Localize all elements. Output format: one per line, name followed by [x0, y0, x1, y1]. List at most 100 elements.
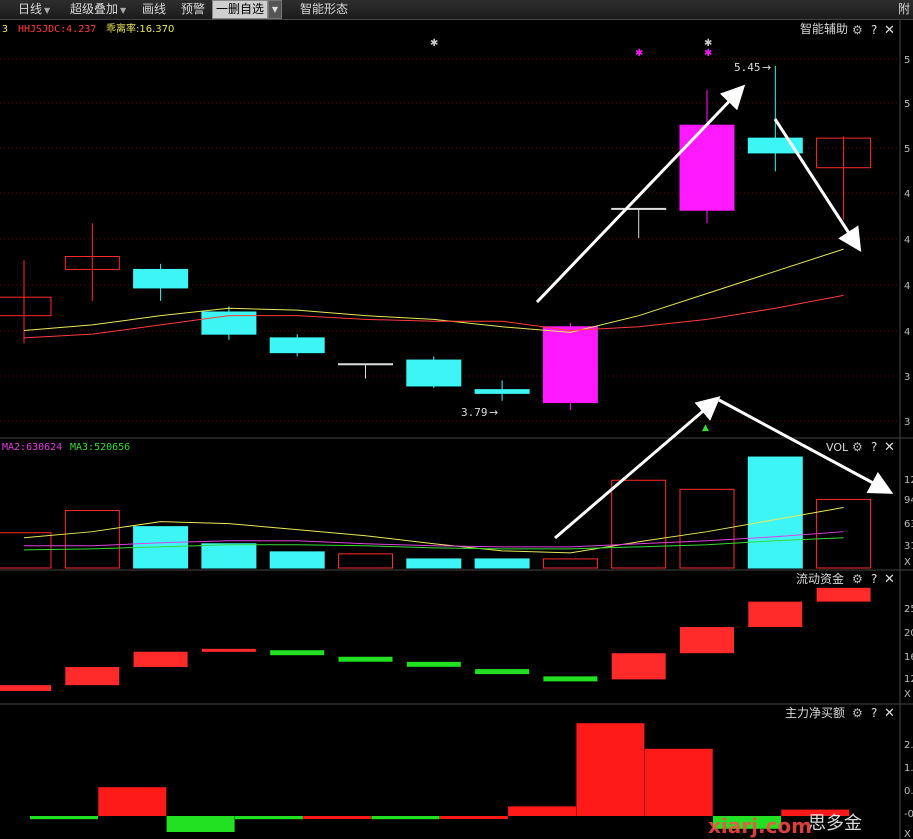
gear-icon[interactable]: ⚙ [852, 706, 863, 720]
y-tick-label: 4 [904, 189, 910, 200]
y-tick-label: 4 [904, 327, 910, 338]
svg-text:⚙: ⚙ [852, 23, 863, 37]
toolbar-super-overlay[interactable]: 超级叠加 ▼ [70, 0, 126, 19]
y-tick-label: 20 [904, 628, 913, 639]
help-icon[interactable]: ? [871, 440, 877, 454]
volume-bar [406, 558, 462, 569]
gear-icon[interactable]: ⚙ [852, 23, 863, 37]
vol-indicator-ma3: MA3:520656 [70, 442, 130, 453]
flow-bar [270, 650, 325, 656]
vol-indicator-ma2: MA2:630624 [2, 442, 62, 453]
y-tick-label: 0. [904, 786, 913, 797]
y-tick-label: 2. [904, 740, 913, 751]
volume-bar [474, 558, 530, 569]
y-tick-label: 94 [904, 495, 913, 506]
y-tick-label: -0. [904, 809, 913, 820]
vol-unit-label: X [904, 557, 911, 568]
svg-text:✕: ✕ [884, 706, 895, 721]
help-icon[interactable]: ? [871, 23, 877, 37]
net-buy-bar [30, 816, 98, 820]
toolbar-draw-line[interactable]: 画线 [142, 0, 166, 19]
volume-bar [747, 456, 803, 569]
net-buy-bar [234, 816, 303, 820]
toolbar-overflow: 附 [898, 2, 911, 16]
volume-bar [338, 553, 393, 569]
stock-chart: 3 HHJSJDC:4.237 乖离率:16.370 智能辅助 ⚙ ? ✕ 5 5… [0, 19, 913, 839]
y-tick-label: 31 [904, 541, 913, 552]
close-icon[interactable]: ✕ [884, 572, 895, 587]
svg-text:✕: ✕ [884, 572, 895, 587]
net-buy-bar [371, 816, 440, 820]
y-tick-label: 1. [904, 763, 913, 774]
toolbar: 日线 ▼ 超级叠加 ▼ 画线 预警 一删自选 ▼ 智能形态 附 [0, 0, 913, 20]
signal-arrow-icon: ▲ [702, 423, 709, 433]
watermark-site: xiarj.com [708, 814, 812, 838]
flow-bar [0, 685, 51, 691]
candle-body [338, 363, 393, 366]
svg-text:⚙: ⚙ [852, 440, 863, 454]
candle-body [679, 124, 735, 211]
signal-star-icon: ✱ [430, 38, 438, 49]
help-icon[interactable]: ? [871, 572, 877, 586]
ma-fast-line [23, 248, 844, 333]
net-buy-bar [439, 816, 508, 819]
flow-bar [65, 667, 120, 686]
net-buy-bar [644, 748, 713, 816]
signal-star-icon: ✱ [635, 48, 643, 59]
toolbar-alert[interactable]: 预警 [181, 0, 205, 19]
low-arrow-icon: → [489, 406, 498, 419]
close-icon[interactable]: ✕ [884, 440, 895, 455]
volume-bar [201, 543, 257, 569]
svg-text:✕: ✕ [884, 23, 895, 38]
toolbar-smart-pattern[interactable]: 智能形态 [300, 0, 348, 19]
close-icon[interactable]: ✕ [884, 23, 895, 38]
candle-body [406, 359, 462, 387]
y-tick-label: 5 [904, 144, 910, 155]
gear-icon[interactable]: ⚙ [852, 440, 863, 454]
help-icon[interactable]: ? [871, 706, 877, 720]
net-buy-bar [508, 806, 577, 816]
volume-bar [542, 558, 598, 569]
flow-bar [406, 661, 461, 667]
toolbar-daily[interactable]: 日线 ▼ [18, 0, 50, 19]
y-tick-label: 12 [904, 475, 913, 486]
candle-body [0, 296, 52, 317]
volume-bar [611, 479, 667, 569]
flow-bar [133, 651, 188, 668]
flow-bar [543, 676, 598, 682]
candle-body [133, 268, 189, 289]
flow-bar [680, 627, 734, 654]
flow-unit-label: X [904, 689, 911, 700]
volume-bar [269, 551, 325, 569]
chevron-down-icon[interactable]: ▼ [268, 0, 282, 19]
svg-text:?: ? [871, 572, 877, 586]
toolbar-remove-watchlist-button[interactable]: 一删自选 [212, 0, 269, 19]
main-indicator-hhjsjdc: HHJSJDC:4.237 [18, 24, 96, 35]
candle-body [269, 337, 325, 354]
high-arrow-icon: → [762, 61, 771, 74]
y-tick-label: 4 [904, 235, 910, 246]
net-buy-bar [166, 816, 235, 832]
main-indicator-bias: 乖离率:16.370 [106, 22, 174, 35]
candle-body [542, 326, 598, 404]
close-icon[interactable]: ✕ [884, 706, 895, 721]
y-tick-label: 12 [904, 674, 913, 685]
net-buy-bar [576, 723, 645, 816]
y-tick-label: 16 [904, 652, 913, 663]
candle-body [474, 389, 530, 394]
flow-bar [338, 656, 393, 662]
volume-bar [64, 510, 120, 569]
main-panel-title: 智能辅助 [800, 21, 848, 36]
watermark-brand: 思多金 [808, 813, 862, 834]
flow-bar [475, 669, 530, 675]
svg-text:?: ? [871, 706, 877, 720]
net-buy-bar [98, 787, 167, 816]
y-tick-label: 4 [904, 281, 910, 292]
low-price-label: 3.79 [461, 406, 488, 419]
flow-bar [816, 587, 871, 602]
y-tick-label: 3 [904, 372, 910, 383]
net-buy-bar [303, 816, 372, 819]
volume-bar [816, 498, 872, 569]
y-tick-label: 25 [904, 604, 913, 615]
gear-icon[interactable]: ⚙ [852, 572, 863, 586]
